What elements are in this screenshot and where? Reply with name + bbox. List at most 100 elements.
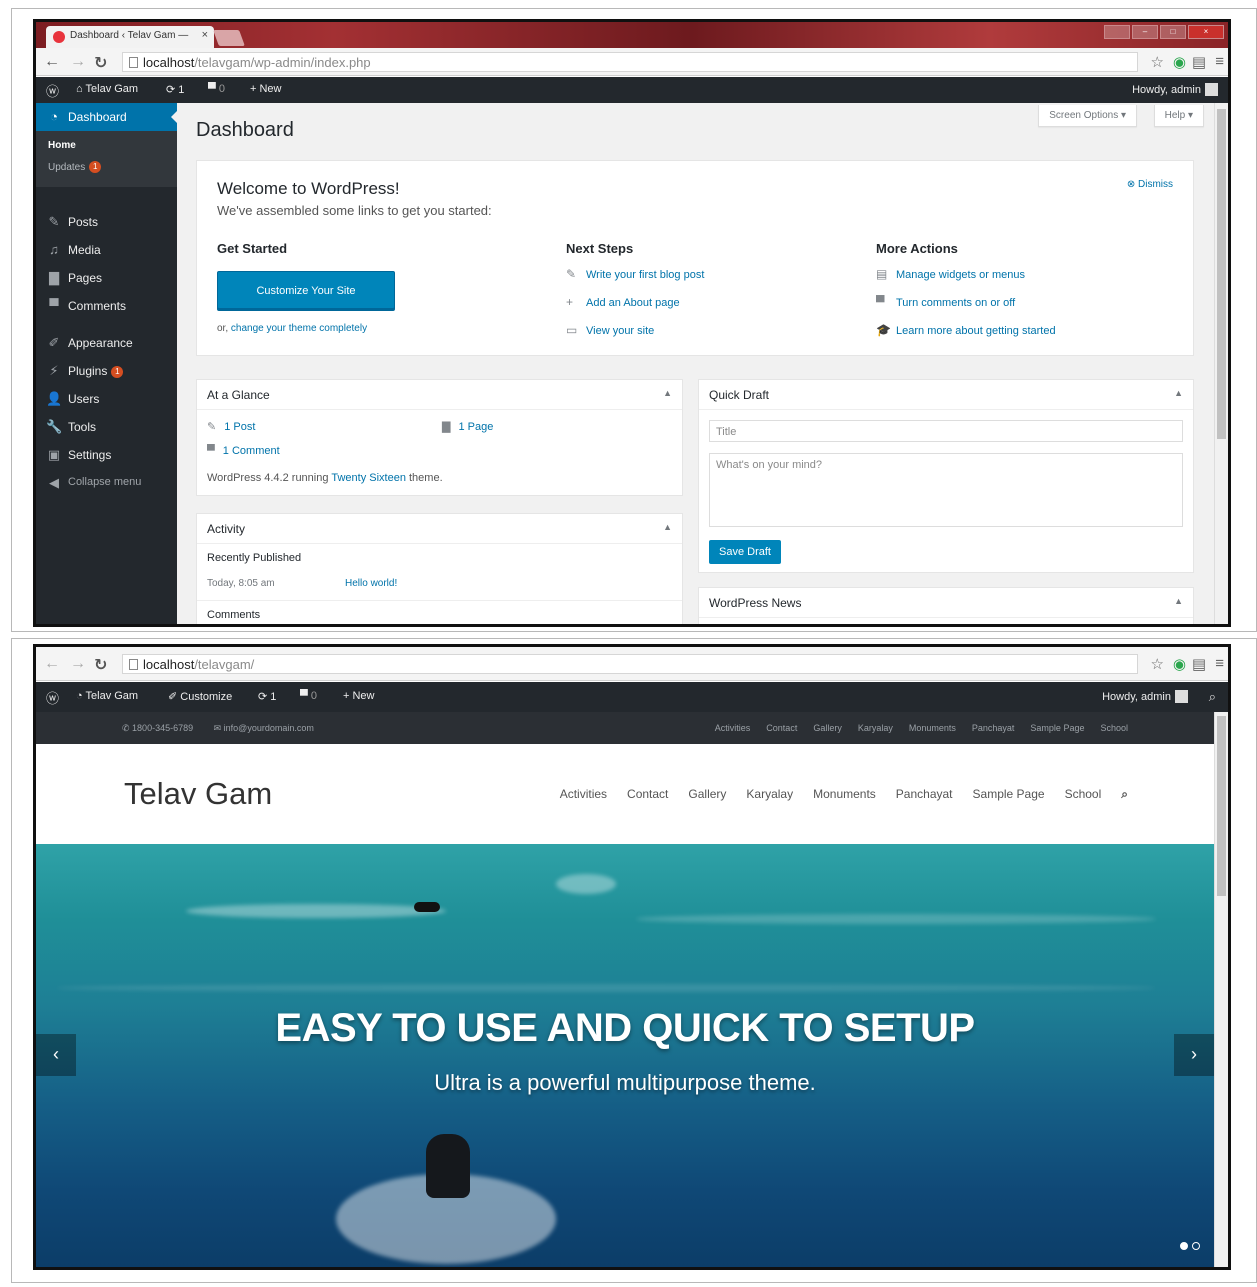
view-site-link[interactable]: ▭ View your site bbox=[566, 323, 654, 337]
top-menu-sample-page[interactable]: Sample Page bbox=[1030, 723, 1084, 733]
top-menu-contact[interactable]: Contact bbox=[766, 723, 797, 733]
site-logo[interactable]: Telav Gam bbox=[124, 776, 272, 812]
theme-link[interactable]: Twenty Sixteen bbox=[331, 472, 406, 484]
top-menu-panchayat[interactable]: Panchayat bbox=[972, 723, 1015, 733]
bookmark-star-icon[interactable]: ☆ bbox=[1151, 655, 1164, 673]
close-tab-icon[interactable]: × bbox=[202, 29, 208, 41]
glance-comments[interactable]: ▀ 1 Comment bbox=[207, 445, 280, 457]
forward-arrow-icon[interactable]: → bbox=[70, 53, 86, 71]
manage-widgets-link[interactable]: ▤ Manage widgets or menus bbox=[876, 267, 1025, 281]
hello-world-link[interactable]: Hello world! bbox=[345, 578, 397, 589]
phone-number[interactable]: 1800-345-6789 bbox=[132, 723, 193, 733]
menu-hamburger-icon[interactable]: ≡ bbox=[1215, 53, 1224, 70]
sidebar-item-tools[interactable]: 🔧 Tools bbox=[36, 416, 177, 438]
bookmark-star-icon[interactable]: ☆ bbox=[1151, 53, 1164, 71]
at-a-glance-header[interactable]: At a Glance ▲ bbox=[197, 380, 682, 410]
sidebar-item-media[interactable]: ♫ Media bbox=[36, 239, 177, 261]
toggle-comments-link[interactable]: ▀ Turn comments on or off bbox=[876, 295, 1015, 309]
admin-bar-account[interactable]: Howdy, admin bbox=[1102, 690, 1188, 703]
draft-title-input[interactable]: Title bbox=[709, 420, 1183, 442]
admin-bar-site-name[interactable]: ◔ Telav Gam bbox=[76, 690, 138, 702]
admin-bar-new[interactable]: + New bbox=[250, 83, 282, 95]
slider-dot-2[interactable] bbox=[1192, 1242, 1200, 1250]
change-theme-link[interactable]: change your theme completely bbox=[231, 323, 367, 334]
search-icon[interactable]: ⌕ bbox=[1209, 689, 1216, 705]
dismiss-link[interactable]: ⊗ Dismiss bbox=[1127, 179, 1173, 190]
nav-activities[interactable]: Activities bbox=[560, 787, 607, 801]
learn-more-link[interactable]: 🎓 Learn more about getting started bbox=[876, 323, 1056, 337]
extension-puzzle-icon[interactable]: ▤ bbox=[1192, 655, 1206, 673]
nav-panchayat[interactable]: Panchayat bbox=[896, 787, 953, 801]
top-menu-monuments[interactable]: Monuments bbox=[909, 723, 956, 733]
submenu-updates[interactable]: Updates 1 bbox=[48, 161, 102, 173]
nav-karyalay[interactable]: Karyalay bbox=[746, 787, 793, 801]
draft-content-textarea[interactable]: What's on your mind? bbox=[709, 453, 1183, 527]
top-menu-activities[interactable]: Activities bbox=[715, 723, 751, 733]
nav-search-icon[interactable]: ⌕ bbox=[1121, 787, 1128, 801]
nav-contact[interactable]: Contact bbox=[627, 787, 668, 801]
admin-bar-customize[interactable]: ✐ Customize bbox=[168, 690, 232, 703]
top-menu-school[interactable]: School bbox=[1100, 723, 1128, 733]
activity-header[interactable]: Activity ▲ bbox=[197, 514, 682, 544]
back-arrow-icon[interactable]: ← bbox=[44, 53, 60, 71]
nav-school[interactable]: School bbox=[1065, 787, 1102, 801]
forward-arrow-icon[interactable]: → bbox=[70, 655, 86, 673]
toggle-arrow-icon[interactable]: ▲ bbox=[663, 388, 672, 398]
toggle-arrow-icon[interactable]: ▲ bbox=[1174, 596, 1183, 606]
sidebar-item-posts[interactable]: ✎ Posts bbox=[36, 211, 177, 233]
admin-bar-site-name[interactable]: ⌂ Telav Gam bbox=[76, 83, 138, 95]
sidebar-item-users[interactable]: 👤 Users bbox=[36, 388, 177, 410]
nav-gallery[interactable]: Gallery bbox=[688, 787, 726, 801]
help-button[interactable]: Help ▾ bbox=[1153, 105, 1204, 127]
glance-pages[interactable]: ▇ 1 Page bbox=[442, 420, 493, 433]
email-address[interactable]: info@yourdomain.com bbox=[224, 723, 314, 733]
extension-icon[interactable]: ◉ bbox=[1173, 53, 1186, 71]
wordpress-news-header[interactable]: WordPress News ▲ bbox=[699, 588, 1193, 618]
user-profile-button[interactable] bbox=[1104, 25, 1130, 39]
nav-sample-page[interactable]: Sample Page bbox=[973, 787, 1045, 801]
submenu-home[interactable]: Home bbox=[48, 140, 76, 151]
add-about-link[interactable]: + Add an About page bbox=[566, 295, 680, 309]
slider-dot-1[interactable] bbox=[1180, 1242, 1188, 1250]
reload-icon[interactable]: ↻ bbox=[94, 655, 107, 675]
sidebar-item-settings[interactable]: ▣ Settings bbox=[36, 444, 177, 466]
extension-puzzle-icon[interactable]: ▤ bbox=[1192, 53, 1206, 71]
scrollbar-thumb[interactable] bbox=[1217, 716, 1226, 896]
customize-site-button[interactable]: Customize Your Site bbox=[217, 271, 395, 311]
sidebar-item-pages[interactable]: ▇ Pages bbox=[36, 267, 177, 289]
slider-prev-arrow-icon[interactable]: ‹ bbox=[36, 1034, 76, 1076]
nav-monuments[interactable]: Monuments bbox=[813, 787, 876, 801]
screen-options-button[interactable]: Screen Options ▾ bbox=[1038, 105, 1137, 127]
close-window-button[interactable]: × bbox=[1188, 25, 1224, 39]
wordpress-logo-icon[interactable]: ⓦ bbox=[46, 688, 59, 707]
glance-posts[interactable]: ✎ 1 Post bbox=[207, 420, 255, 433]
url-input[interactable]: localhost/telavgam/ bbox=[122, 654, 1138, 674]
admin-bar-comments[interactable]: ▀ 0 bbox=[300, 690, 317, 702]
admin-bar-new[interactable]: + New bbox=[343, 690, 375, 702]
top-menu-gallery[interactable]: Gallery bbox=[813, 723, 842, 733]
toggle-arrow-icon[interactable]: ▲ bbox=[1174, 388, 1183, 398]
site-scrollbar[interactable] bbox=[1214, 712, 1228, 1267]
admin-bar-updates[interactable]: ⟳ 1 bbox=[258, 690, 276, 703]
url-input[interactable]: localhost/telavgam/wp-admin/index.php bbox=[122, 52, 1138, 72]
sidebar-item-comments[interactable]: ▀ Comments bbox=[36, 295, 177, 317]
back-arrow-icon[interactable]: ← bbox=[44, 655, 60, 673]
quick-draft-header[interactable]: Quick Draft ▲ bbox=[699, 380, 1193, 410]
minimize-button[interactable]: – bbox=[1132, 25, 1158, 39]
admin-bar-comments[interactable]: ▀ 0 bbox=[208, 83, 225, 95]
slider-next-arrow-icon[interactable]: › bbox=[1174, 1034, 1214, 1076]
save-draft-button[interactable]: Save Draft bbox=[709, 540, 781, 564]
write-post-link[interactable]: ✎ Write your first blog post bbox=[566, 267, 704, 281]
sidebar-item-appearance[interactable]: ✐ Appearance bbox=[36, 332, 177, 354]
admin-bar-account[interactable]: Howdy, admin bbox=[1132, 83, 1218, 96]
extension-icon[interactable]: ◉ bbox=[1173, 655, 1186, 673]
browser-tab-dashboard[interactable]: Dashboard ‹ Telav Gam — × bbox=[46, 26, 214, 48]
admin-bar-updates[interactable]: ⟳ 1 bbox=[166, 83, 184, 96]
toggle-arrow-icon[interactable]: ▲ bbox=[663, 522, 672, 532]
admin-scrollbar[interactable] bbox=[1214, 103, 1228, 624]
sidebar-item-plugins[interactable]: ⚡ Plugins 1 bbox=[36, 360, 177, 382]
scrollbar-thumb[interactable] bbox=[1217, 109, 1226, 439]
wordpress-logo-icon[interactable]: ⓦ bbox=[46, 81, 59, 100]
top-menu-karyalay[interactable]: Karyalay bbox=[858, 723, 893, 733]
collapse-menu-button[interactable]: ◀ Collapse menu bbox=[36, 472, 177, 494]
